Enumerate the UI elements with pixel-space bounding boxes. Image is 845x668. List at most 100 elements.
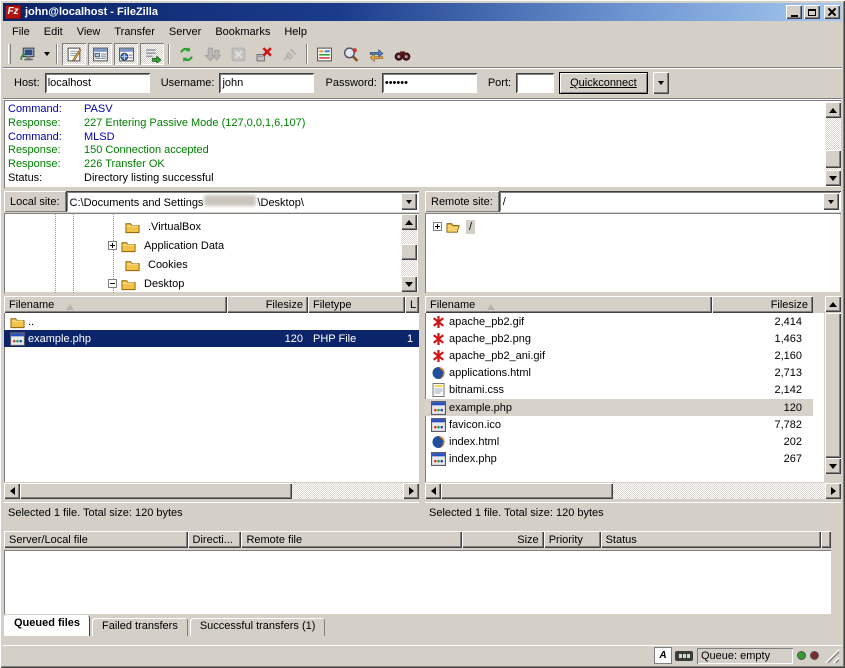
file-row[interactable]: apache_pb2.png 1,463 <box>425 330 813 347</box>
tab-failed-transfers[interactable]: Failed transfers <box>92 618 188 636</box>
expand-icon[interactable] <box>108 241 117 250</box>
collapse-icon[interactable] <box>108 279 117 288</box>
column-filetype[interactable]: Filetype <box>308 296 405 313</box>
file-row[interactable]: apache_pb2.gif 2,414 <box>425 313 813 330</box>
column-filesize[interactable]: Filesize <box>712 296 813 313</box>
toggle-message-log-button[interactable] <box>62 43 86 65</box>
file-row[interactable]: favicon.ico 7,782 <box>425 416 813 433</box>
tree-item-cookies[interactable]: Cookies <box>124 255 191 274</box>
column-priority[interactable]: Priority <box>544 531 601 548</box>
menu-help[interactable]: Help <box>277 24 314 40</box>
expand-icon[interactable] <box>433 222 442 231</box>
quickconnect-dropdown[interactable] <box>653 72 669 94</box>
refresh-button[interactable] <box>174 43 198 65</box>
file-row[interactable]: applications.html 2,713 <box>425 365 813 382</box>
menu-transfer[interactable]: Transfer <box>107 24 162 40</box>
menu-server[interactable]: Server <box>162 24 208 40</box>
column-lastmodified[interactable]: L <box>405 296 419 313</box>
quickconnect-button[interactable]: Quickconnect <box>559 72 648 94</box>
column-server-local-file[interactable]: Server/Local file <box>4 531 188 548</box>
local-tree-scroll-up-button[interactable] <box>401 214 417 230</box>
remote-directory-tree[interactable]: / <box>425 213 841 293</box>
column-direction[interactable]: Directi... <box>188 531 242 548</box>
tree-item-root[interactable]: / <box>433 217 475 236</box>
tree-item-desktop[interactable]: Desktop <box>108 274 187 293</box>
sort-ascending-icon <box>66 300 74 310</box>
log-entry: Command:PASV <box>8 103 821 117</box>
resize-grip[interactable] <box>825 649 839 663</box>
remote-file-list[interactable]: apache_pb2.gif 2,414 apache_pb2.png 1,46… <box>425 313 813 482</box>
port-input[interactable] <box>516 73 554 93</box>
local-list-hscrollbar-thumb[interactable] <box>20 483 292 499</box>
find-files-button[interactable] <box>390 43 414 65</box>
toggle-queue-button[interactable] <box>140 43 164 65</box>
remote-list-scrollbar-thumb[interactable] <box>825 313 841 458</box>
column-filesize[interactable]: Filesize <box>227 296 308 313</box>
column-status[interactable]: Status <box>601 531 821 548</box>
file-row[interactable]: bitnami.css 2,142 <box>425 382 813 399</box>
column-filename[interactable]: Filename <box>4 296 227 313</box>
maximize-button[interactable] <box>804 5 820 19</box>
local-site-dropdown[interactable] <box>401 193 417 210</box>
tab-successful-transfers[interactable]: Successful transfers (1) <box>190 618 326 636</box>
queue-list[interactable] <box>4 550 831 614</box>
host-input[interactable] <box>45 73 150 93</box>
toggle-local-tree-button[interactable] <box>88 43 112 65</box>
close-button[interactable] <box>824 5 840 19</box>
chevron-down-icon <box>828 200 834 207</box>
file-row-parent[interactable]: .. <box>4 313 419 330</box>
site-manager-button[interactable] <box>15 43 39 65</box>
username-input[interactable] <box>219 73 314 93</box>
column-filename[interactable]: Filename <box>425 296 712 313</box>
local-file-list[interactable]: .. example.php 120 PHP File 1 <box>4 313 419 482</box>
column-size[interactable]: Size <box>462 531 544 548</box>
local-tree-scrollbar-thumb[interactable] <box>401 244 417 260</box>
remote-list-scroll-up-button[interactable] <box>825 296 841 312</box>
toggle-remote-tree-button[interactable] <box>114 43 138 65</box>
minimize-button[interactable] <box>786 5 802 19</box>
remote-list-gutter <box>813 313 825 482</box>
local-list-scroll-left-button[interactable] <box>4 483 20 499</box>
menu-file[interactable]: File <box>5 24 37 40</box>
file-row[interactable]: apache_pb2_ani.gif 2,160 <box>425 347 813 364</box>
log-entry: Response:226 Transfer OK <box>8 158 821 172</box>
local-site-combobox[interactable]: C:\Documents and Settings\Desktop\ <box>66 191 419 212</box>
log-scroll-down-button[interactable] <box>825 170 841 186</box>
local-directory-tree[interactable]: .VirtualBox Application Data Cookies Des… <box>4 213 419 293</box>
directory-comparison-button[interactable] <box>338 43 362 65</box>
column-remote-file[interactable]: Remote file <box>241 531 461 548</box>
file-row-example-php[interactable]: example.php 120 PHP File 1 <box>4 330 419 347</box>
process-queue-button[interactable] <box>200 43 224 65</box>
local-list-scroll-right-button[interactable] <box>403 483 419 499</box>
log-scrollbar-thumb[interactable] <box>825 150 841 168</box>
remote-list-scroll-down-button[interactable] <box>825 458 841 474</box>
cancel-operation-button[interactable] <box>226 43 250 65</box>
site-manager-dropdown[interactable] <box>40 43 53 65</box>
tab-queued-files[interactable]: Queued files <box>4 615 90 636</box>
remote-list-scroll-right-button[interactable] <box>825 483 841 499</box>
file-row[interactable]: index.html 202 <box>425 433 813 450</box>
transfer-type-ascii-icon[interactable]: A <box>655 648 671 663</box>
message-log[interactable]: Command:PASV Response:227 Entering Passi… <box>4 100 841 188</box>
menu-view[interactable]: View <box>70 24 108 40</box>
remote-site-combobox[interactable]: / <box>499 191 841 212</box>
tree-item-virtualbox[interactable]: .VirtualBox <box>124 217 204 236</box>
tree-item-application-data[interactable]: Application Data <box>108 236 227 255</box>
remote-site-dropdown[interactable] <box>823 193 839 210</box>
remote-list-hscrollbar-thumb[interactable] <box>441 483 613 499</box>
menu-bookmarks[interactable]: Bookmarks <box>208 24 277 40</box>
reconnect-button[interactable] <box>278 43 302 65</box>
log-scroll-up-button[interactable] <box>825 102 841 118</box>
file-row[interactable]: index.php 267 <box>425 451 813 468</box>
local-tree-scroll-down-button[interactable] <box>401 276 417 292</box>
speed-limit-icon[interactable] <box>675 651 693 661</box>
disconnect-button[interactable] <box>252 43 276 65</box>
toolbar-separator <box>168 44 170 64</box>
file-row-example-php[interactable]: example.php 120 <box>425 399 813 416</box>
filter-button[interactable] <box>312 43 336 65</box>
menu-edit[interactable]: Edit <box>37 24 70 40</box>
synchronized-browsing-button[interactable] <box>364 43 388 65</box>
titlebar[interactable]: Fz john@localhost - FileZilla <box>3 3 842 21</box>
remote-list-scroll-left-button[interactable] <box>425 483 441 499</box>
password-input[interactable] <box>382 73 477 93</box>
